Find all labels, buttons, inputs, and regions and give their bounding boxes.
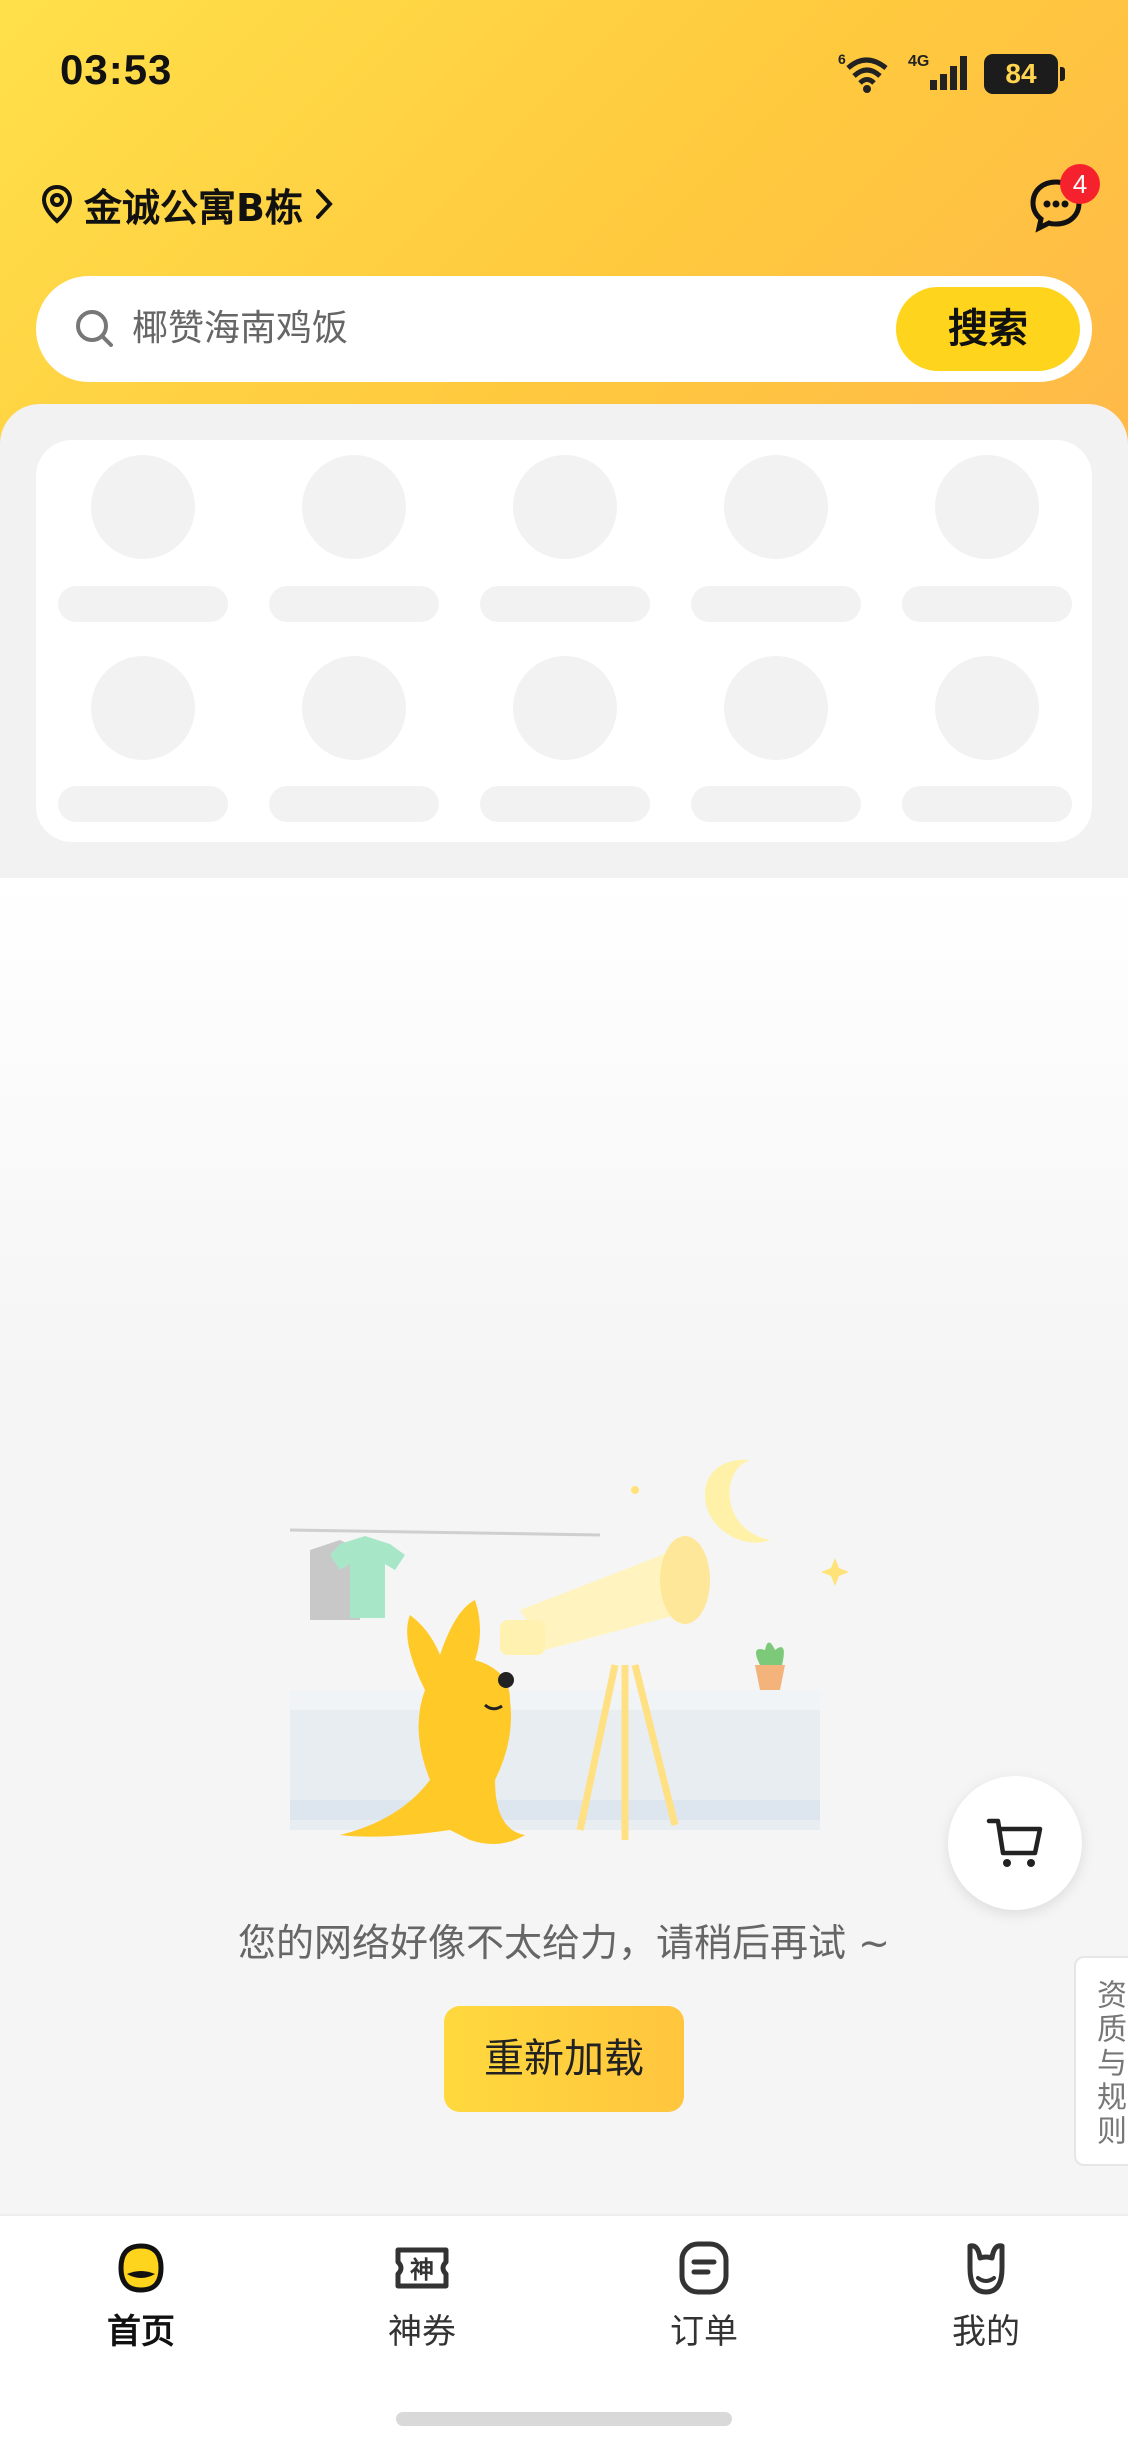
category-section: [0, 404, 1128, 878]
profile-kangaroo-icon: [967, 2243, 1005, 2295]
home-indicator[interactable]: [396, 2412, 732, 2426]
order-icon: [679, 2241, 729, 2295]
search-input[interactable]: 椰赞海南鸡饭: [132, 302, 348, 356]
shopping-cart-icon: [986, 1818, 1043, 1867]
svg-text:6: 6: [838, 51, 846, 67]
qualification-rules-tab[interactable]: 资质与规则: [1074, 1956, 1128, 2166]
wifi-icon: 6: [836, 50, 896, 98]
search-button[interactable]: 搜索: [896, 287, 1080, 371]
tab-coupon[interactable]: 神 神券: [322, 2238, 522, 2358]
status-icons: 6 4G 84: [836, 50, 1065, 98]
skeleton-icon: [91, 656, 195, 760]
location-label: 金诚公寓B栋: [84, 185, 303, 230]
content-background: [0, 878, 1128, 1378]
battery-indicator: 84: [984, 54, 1065, 94]
skeleton-icon: [935, 455, 1039, 559]
network-error-illustration: [289, 1459, 849, 1844]
skeleton-label: [58, 586, 228, 622]
skeleton-label: [58, 786, 228, 822]
skeleton-label: [902, 586, 1072, 622]
skeleton-icon: [935, 656, 1039, 760]
tab-coupon-label: 神券: [388, 2312, 456, 2352]
message-count-badge: 4: [1060, 164, 1100, 204]
skeleton-icon: [513, 455, 617, 559]
location-selector[interactable]: 金诚公寓B栋: [40, 176, 335, 232]
skeleton-icon: [91, 455, 195, 559]
skeleton-label: [480, 586, 650, 622]
search-bar[interactable]: 椰赞海南鸡饭 搜索: [36, 276, 1092, 382]
cellular-icon: 4G: [908, 50, 972, 98]
reload-button[interactable]: 重新加载: [444, 2006, 684, 2112]
skeleton-label: [269, 786, 439, 822]
tab-home-label: 首页: [107, 2312, 175, 2352]
cart-button[interactable]: [948, 1776, 1082, 1910]
svg-text:神: 神: [410, 2256, 434, 2284]
skeleton-label: [480, 786, 650, 822]
status-time: 03:53: [60, 46, 173, 93]
skeleton-label: [902, 786, 1072, 822]
skeleton-icon: [724, 455, 828, 559]
location-pin-icon: [41, 184, 73, 224]
tab-profile-label: 我的: [952, 2312, 1020, 2352]
home-duck-icon: [118, 2243, 164, 2293]
bottom-tab-bar: 首页 神 神券 订单 我的: [0, 2214, 1128, 2444]
skeleton-icon: [302, 656, 406, 760]
network-error-message: 您的网络好像不太给力，请稍后再试 ~: [238, 1921, 890, 1965]
tab-home[interactable]: 首页: [41, 2238, 241, 2358]
skeleton-label: [691, 586, 861, 622]
skeleton-icon: [724, 656, 828, 760]
skeleton-label: [691, 786, 861, 822]
skeleton-icon: [302, 455, 406, 559]
status-bar: 03:53 6 4G 84: [0, 0, 1128, 150]
tab-profile[interactable]: 我的: [886, 2238, 1086, 2358]
tab-orders[interactable]: 订单: [604, 2238, 804, 2358]
search-icon: [76, 310, 113, 347]
category-grid-skeleton: [36, 440, 1092, 842]
svg-text:4G: 4G: [908, 53, 929, 70]
coupon-shen-icon: 神: [395, 2247, 449, 2289]
skeleton-label: [269, 586, 439, 622]
chevron-right-icon: [315, 189, 333, 219]
tab-orders-label: 订单: [670, 2312, 738, 2352]
skeleton-icon: [513, 656, 617, 760]
